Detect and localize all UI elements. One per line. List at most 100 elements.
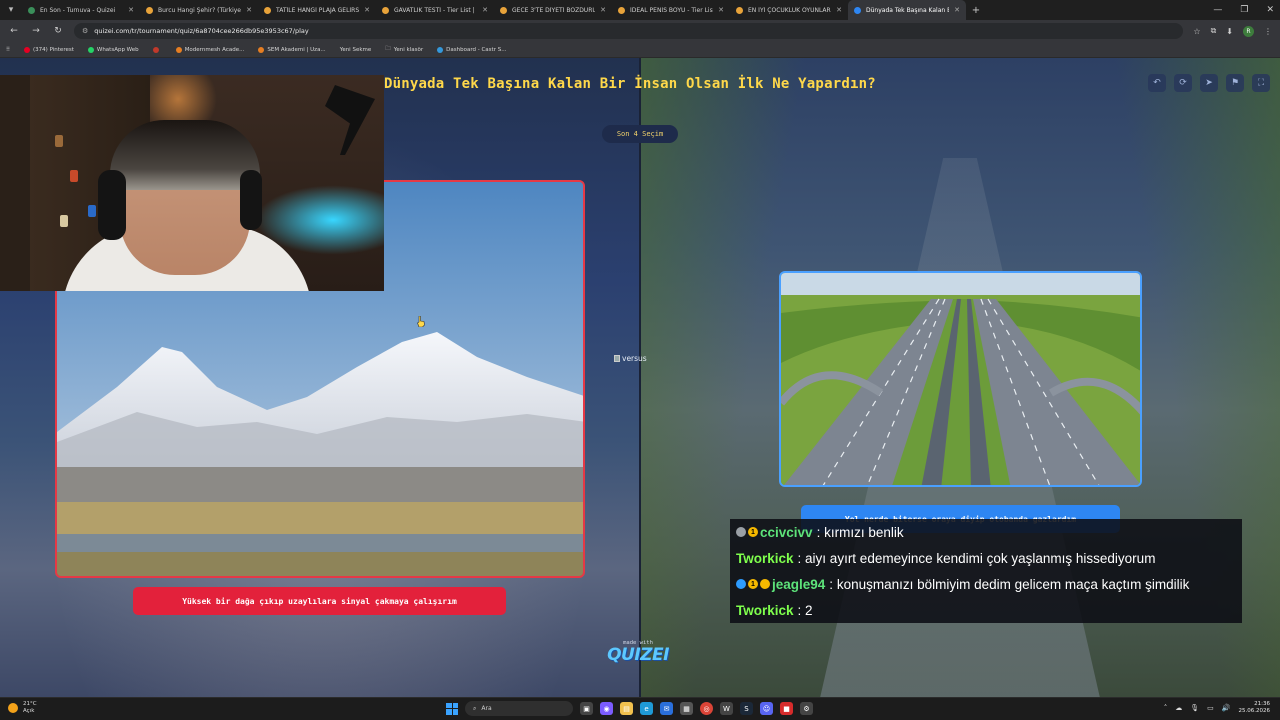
url-field[interactable]: ⚙ quizei.com/tr/tournament/quiz/6a8704ce… [74, 23, 1184, 39]
mic-icon[interactable]: 🎙 [1190, 704, 1199, 712]
close-window-icon[interactable]: ✕ [1266, 5, 1274, 15]
bookmark-item[interactable]: SEM Akademi | Uza... [258, 46, 326, 53]
bookmark-item[interactable]: WhatsApp Web [87, 46, 139, 53]
tab-close-icon[interactable]: ✕ [128, 6, 134, 14]
tab-favicon [736, 6, 743, 14]
weather-widget[interactable]: 21°C Açık [8, 701, 37, 715]
extensions-icon[interactable]: ⧉ [1211, 26, 1217, 36]
shelf-item [88, 205, 96, 217]
badge-icon: 1 [748, 527, 758, 537]
made-with-quizei[interactable]: made with QUIZEI [606, 640, 670, 664]
browser-tab[interactable]: Burcu Hangi Şehir? (Türkiye) ✕ [140, 0, 258, 20]
url-text: quizei.com/tr/tournament/quiz/6a8704cee2… [94, 27, 309, 35]
bookmark-item[interactable]: (374) Pinterest [24, 46, 74, 53]
tray-overflow-icon[interactable]: ˄ [1164, 704, 1168, 712]
tab-search-icon[interactable]: ▾ [0, 0, 22, 20]
left-option-caption[interactable]: Yüksek bir dağa çıkıp uzaylılara sinyal … [133, 587, 506, 615]
restart-button[interactable]: ⟳ [1174, 74, 1192, 92]
hand-cursor-icon [417, 316, 425, 327]
chrome-icon[interactable]: ◎ [700, 702, 713, 715]
app-icon[interactable]: W [720, 702, 733, 715]
tab-favicon [854, 6, 861, 14]
tab-close-icon[interactable]: ✕ [364, 6, 370, 14]
calendar-icon[interactable]: ▦ [680, 702, 693, 715]
browser-tab[interactable]: EN İYİ ÇOCUKLUK OYUNLARI ✕ [730, 0, 848, 20]
weather-desc: Açık [23, 708, 35, 714]
site-info-icon[interactable]: ⚙ [82, 27, 88, 35]
bookmark-item[interactable] [152, 46, 162, 53]
tab-close-icon[interactable]: ✕ [718, 6, 724, 14]
task-view-icon[interactable]: ▣ [580, 702, 593, 715]
maximize-icon[interactable]: ❐ [1240, 5, 1248, 15]
volume-icon[interactable]: 🔊 [1222, 704, 1231, 712]
browser-tab[interactable]: GAVATLIK TESTİ - Tier List | Kor ✕ [376, 0, 494, 20]
fullscreen-button[interactable]: ⛶ [1252, 74, 1270, 92]
report-flag-button[interactable]: ⚑ [1226, 74, 1244, 92]
tab-close-icon[interactable]: ✕ [954, 6, 960, 14]
bookmark-label: WhatsApp Web [96, 46, 139, 53]
bookmark-label: Yeni klasör [393, 46, 424, 53]
chat-separator: : [797, 602, 806, 618]
profile-avatar[interactable]: R [1243, 25, 1254, 37]
share-button[interactable]: ➤ [1200, 74, 1218, 92]
browser-tab[interactable]: En Son - Turnuva - Quizei ✕ [22, 0, 140, 20]
taskbar-clock[interactable]: 21:36 25.06.2026 [1239, 701, 1271, 715]
edge-icon[interactable]: e [640, 702, 653, 715]
search-icon: ⌕ [473, 704, 477, 712]
right-option-card[interactable] [779, 271, 1142, 487]
bookmark-item[interactable]: Dashboard - Castr S... [437, 46, 507, 53]
browser-tab[interactable]: TATİLE HANGİ PLAJA GELİRSİN ✕ [258, 0, 376, 20]
bookmark-label: Yeni Sekme [339, 46, 372, 53]
tab-close-icon[interactable]: ✕ [482, 6, 488, 14]
tab-label: İDEAL PENİS BOYU - Tier List | [630, 6, 714, 14]
app-icon[interactable]: ■ [780, 702, 793, 715]
chat-message: 1 jeagle94 : konuşmanızı bölmiyim dedim … [730, 571, 1242, 597]
tab-favicon [146, 6, 153, 14]
settings-icon[interactable]: ⚙ [800, 702, 813, 715]
bookmark-item[interactable]: Yeni Sekme [340, 47, 372, 53]
browser-tab[interactable]: İDEAL PENİS BOYU - Tier List | ✕ [612, 0, 730, 20]
versus-alt-text: versus [622, 354, 647, 363]
tab-close-icon[interactable]: ✕ [600, 6, 606, 14]
pinterest-icon [24, 46, 31, 53]
apps-icon[interactable]: ⠿ [6, 47, 10, 53]
bookmark-item[interactable]: 🗀 Yeni klasör [385, 45, 423, 54]
badge-icon [736, 579, 746, 589]
minimize-icon[interactable]: — [1213, 5, 1222, 15]
reload-icon[interactable]: ↻ [52, 26, 64, 36]
windows-start-icon[interactable] [446, 702, 458, 715]
tab-favicon [500, 6, 507, 14]
quizei-logo: QUIZEI [607, 645, 669, 665]
undo-button[interactable]: ↶ [1148, 74, 1166, 92]
chat-username: Tworkick [736, 602, 794, 618]
bookmark-label: Dashboard - Castr S... [446, 46, 507, 53]
forward-icon[interactable]: → [30, 26, 42, 36]
tab-close-icon[interactable]: ✕ [836, 6, 842, 14]
file-explorer-icon[interactable]: ▤ [620, 702, 633, 715]
discord-icon[interactable]: ☺ [760, 702, 773, 715]
browser-tab-active[interactable]: Dünyada Tek Başına Kalan Bir İ ✕ [848, 0, 966, 20]
windows-taskbar: 21°C Açık ⌕ Ara ▣ ◉ ▤ e ✉ ▦ ◎ W S ☺ ■ ⚙ … [0, 697, 1280, 720]
bookmark-star-icon[interactable]: ☆ [1193, 27, 1200, 36]
steam-icon[interactable]: S [740, 702, 753, 715]
chat-text: aiyı ayırt edemeyince kendimi çok yaşlan… [805, 550, 1156, 566]
browser-tab-bar: ▾ En Son - Turnuva - Quizei ✕ Burcu Hangi… [0, 0, 1280, 20]
display-icon[interactable]: ▭ [1207, 704, 1214, 712]
bookmark-label: (374) Pinterest [33, 46, 74, 53]
shelf-item [55, 135, 63, 147]
mail-icon[interactable]: ✉ [660, 702, 673, 715]
taskbar-search[interactable]: ⌕ Ara [465, 701, 573, 716]
back-icon[interactable]: ← [8, 26, 20, 36]
menu-icon[interactable]: ⋮ [1264, 27, 1272, 36]
downloads-icon[interactable]: ⬇ [1226, 27, 1233, 36]
bookmark-label: Modernmesh Acade... [184, 46, 245, 53]
bookmark-item[interactable]: Modernmesh Acade... [175, 46, 245, 53]
network-icon[interactable]: ☁ [1175, 704, 1182, 712]
browser-tab[interactable]: GECE 3'TE DİYETİ BOZDURUCAK ✕ [494, 0, 612, 20]
versus-image: versus [614, 354, 647, 363]
new-tab-icon[interactable]: + [966, 5, 986, 16]
tab-close-icon[interactable]: ✕ [246, 6, 252, 14]
copilot-icon[interactable]: ◉ [600, 702, 613, 715]
chat-text: konuşmanızı bölmiyim dedim gelicem maça … [836, 576, 1190, 592]
badge-icon: 1 [748, 579, 758, 589]
